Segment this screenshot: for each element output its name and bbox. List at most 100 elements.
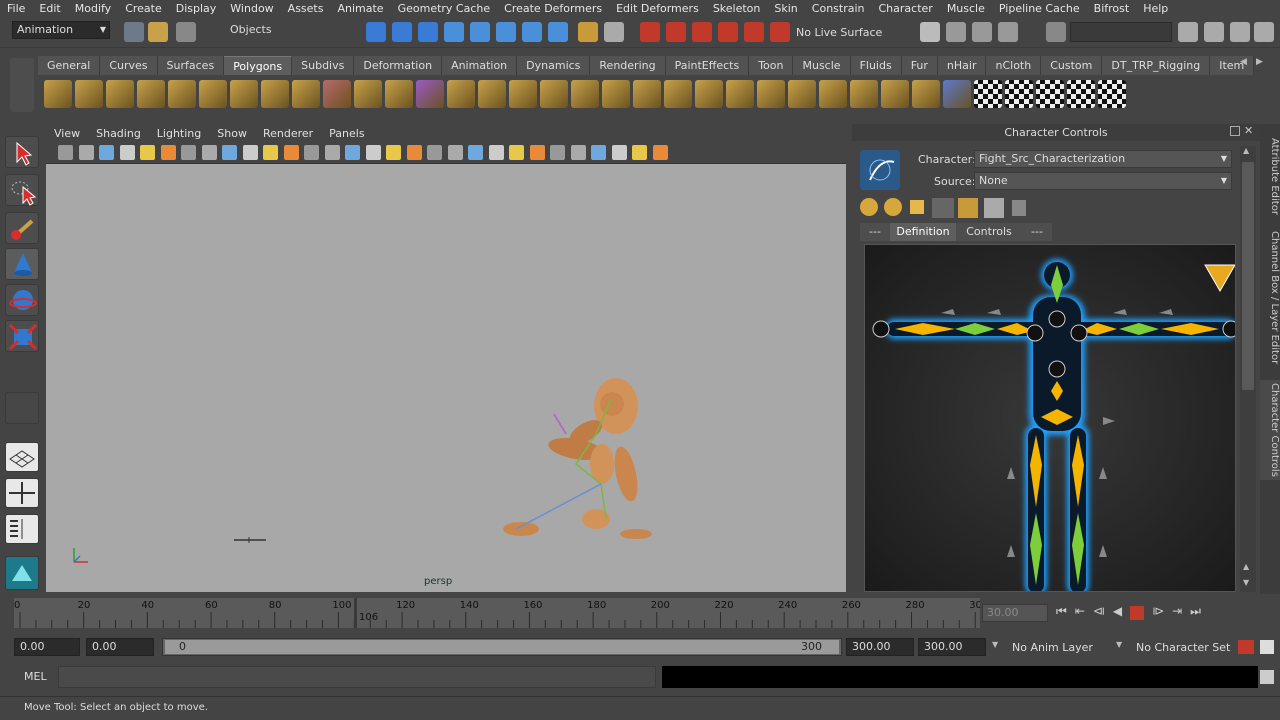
- snap-point-icon[interactable]: [692, 22, 712, 42]
- viewport-toolbar-icon-7[interactable]: [181, 145, 196, 160]
- float-panel-icon[interactable]: [1230, 126, 1240, 136]
- viewport-menu-lighting[interactable]: Lighting: [149, 127, 209, 140]
- shelf-tool-icon-19[interactable]: [602, 80, 630, 108]
- shelf-tool-icon-22[interactable]: [695, 80, 723, 108]
- render-view-icon[interactable]: [920, 22, 940, 42]
- script-editor-icon[interactable]: [1260, 670, 1274, 684]
- open-scene-icon[interactable]: [148, 22, 168, 42]
- command-input[interactable]: [58, 666, 656, 688]
- mask-icon-3[interactable]: [496, 22, 516, 42]
- tab-next[interactable]: ---: [1022, 223, 1052, 241]
- shelf-tool-icon-24[interactable]: [757, 80, 785, 108]
- lock-icon[interactable]: [578, 22, 598, 42]
- shelf-tool-icon-20[interactable]: [633, 80, 661, 108]
- attribute-editor-toggle-icon[interactable]: [1178, 22, 1198, 42]
- quick-rename-input[interactable]: [1070, 22, 1172, 42]
- step-forward-frame-icon[interactable]: ⧐: [1152, 604, 1164, 624]
- tab-definition[interactable]: Definition: [890, 223, 956, 241]
- shelf-tool-icon-26[interactable]: [819, 80, 847, 108]
- help-icon[interactable]: [548, 22, 568, 42]
- current-time-indicator[interactable]: [354, 598, 357, 628]
- mask-icon-2[interactable]: [470, 22, 490, 42]
- shelf-tool-icon-30[interactable]: [943, 80, 971, 108]
- shelf-tab-item[interactable]: Item: [1210, 56, 1255, 75]
- viewport-menu-panels[interactable]: Panels: [321, 127, 372, 140]
- shelf-tool-icon-10[interactable]: [323, 80, 351, 108]
- viewport-toolbar-icon-18[interactable]: [406, 145, 422, 160]
- shelf-tool-icon-9[interactable]: [292, 80, 320, 108]
- menu-create-deformers[interactable]: Create Deformers: [497, 2, 609, 15]
- shelf-tool-icon-12[interactable]: [385, 80, 413, 108]
- menu-muscle[interactable]: Muscle: [940, 2, 992, 15]
- shelf-tab-painteffects[interactable]: PaintEffects: [665, 56, 750, 75]
- shelf-tool-icon-33[interactable]: [1036, 80, 1064, 108]
- shelf-tab-custom[interactable]: Custom: [1041, 56, 1103, 75]
- menu-bifrost[interactable]: Bifrost: [1087, 2, 1137, 15]
- shelf-tab-fur[interactable]: Fur: [901, 56, 938, 75]
- select-highlight-icon[interactable]: [604, 22, 624, 42]
- shelf-tool-icon-15[interactable]: [478, 80, 506, 108]
- character-mesh[interactable]: [503, 378, 652, 539]
- menu-file[interactable]: File: [0, 2, 32, 15]
- viewport-toolbar-icon-29[interactable]: [632, 145, 647, 160]
- shelf-tab-toon[interactable]: Toon: [749, 56, 794, 75]
- last-tool-button[interactable]: [5, 392, 39, 424]
- shelf-tab-dt-trp-rigging[interactable]: DT_TRP_Rigging: [1102, 56, 1211, 75]
- tab-controls[interactable]: Controls: [956, 223, 1022, 241]
- current-frame-field[interactable]: 30.00: [982, 604, 1048, 622]
- viewport-toolbar-icon-6[interactable]: [160, 145, 176, 160]
- tab-channel-box[interactable]: Channel Box / Layer Editor: [1260, 228, 1280, 368]
- character-set-dropdown[interactable]: No Character Set: [1136, 641, 1230, 654]
- time-slider-track[interactable]: 0 20 40 60 80 100 120 140 160 180 200 220 240 260 280 3…: [14, 598, 982, 628]
- shelf-scroll-left-icon[interactable]: ◀: [1240, 57, 1247, 67]
- move-tool-button[interactable]: [5, 248, 39, 280]
- end-time-field[interactable]: 300.00: [918, 638, 986, 656]
- shelf-tab-muscle[interactable]: Muscle: [793, 56, 851, 75]
- scroll-up-icon-2[interactable]: ▲: [1243, 562, 1249, 571]
- viewport-toolbar-icon-27[interactable]: [591, 145, 606, 160]
- stop-icon[interactable]: [1130, 606, 1145, 620]
- shelf-tool-icon-17[interactable]: [540, 80, 568, 108]
- playback-end-field[interactable]: 300.00: [846, 638, 914, 656]
- save-scene-icon[interactable]: [176, 22, 196, 42]
- layer-editor-toggle-icon[interactable]: [1254, 22, 1274, 42]
- mask-icon-4[interactable]: [522, 22, 542, 42]
- paint-select-tool-button[interactable]: [5, 212, 39, 244]
- menu-pipeline-cache[interactable]: Pipeline Cache: [992, 2, 1087, 15]
- menu-edit[interactable]: Edit: [32, 2, 67, 15]
- shelf-tab-ncloth[interactable]: nCloth: [986, 56, 1042, 75]
- menu-character[interactable]: Character: [872, 2, 940, 15]
- viewport-toolbar-icon-3[interactable]: [99, 145, 114, 160]
- shelf-tool-icon-2[interactable]: [75, 80, 103, 108]
- menu-create[interactable]: Create: [118, 2, 169, 15]
- menuset-dropdown[interactable]: Animation ▼: [12, 21, 110, 39]
- shelf-tab-curves[interactable]: Curves: [100, 56, 158, 75]
- viewport-toolbar-icon-28[interactable]: [611, 145, 627, 160]
- start-time-field[interactable]: 0.00: [14, 638, 80, 656]
- close-panel-icon[interactable]: ✕: [1244, 124, 1253, 137]
- ipr-render-icon[interactable]: [972, 22, 992, 42]
- step-back-frame-icon[interactable]: ⧏: [1093, 604, 1105, 624]
- select-object-icon[interactable]: [392, 22, 412, 42]
- hik-full-body-icon[interactable]: [860, 198, 878, 216]
- viewport-toolbar-icon-25[interactable]: [550, 145, 565, 160]
- menu-help[interactable]: Help: [1136, 2, 1175, 15]
- viewport-toolbar-icon-30[interactable]: [652, 145, 668, 160]
- shelf-tool-icon-13[interactable]: [416, 80, 444, 108]
- go-to-end-icon[interactable]: ⏭: [1190, 604, 1201, 624]
- character-panel-scrollbar[interactable]: ▲ ▲ ▼: [1240, 146, 1256, 592]
- viewport-toolbar-icon-26[interactable]: [570, 145, 586, 160]
- shelf-tool-icon-16[interactable]: [509, 80, 537, 108]
- menu-skeleton[interactable]: Skeleton: [706, 2, 768, 15]
- shelf-tool-icon-5[interactable]: [168, 80, 196, 108]
- shelf-tool-icon-4[interactable]: [137, 80, 165, 108]
- viewport-toolbar-icon-16[interactable]: [365, 145, 381, 160]
- menu-animate[interactable]: Animate: [330, 2, 390, 15]
- select-hierarchy-icon[interactable]: [366, 22, 386, 42]
- animation-prefs-icon[interactable]: [1260, 640, 1274, 654]
- shelf-menu-icon[interactable]: [10, 58, 34, 112]
- scroll-up-icon[interactable]: ▲: [1243, 146, 1249, 155]
- menu-constrain[interactable]: Constrain: [805, 2, 872, 15]
- menu-modify[interactable]: Modify: [68, 2, 118, 15]
- play-backward-icon[interactable]: ◀: [1113, 604, 1122, 624]
